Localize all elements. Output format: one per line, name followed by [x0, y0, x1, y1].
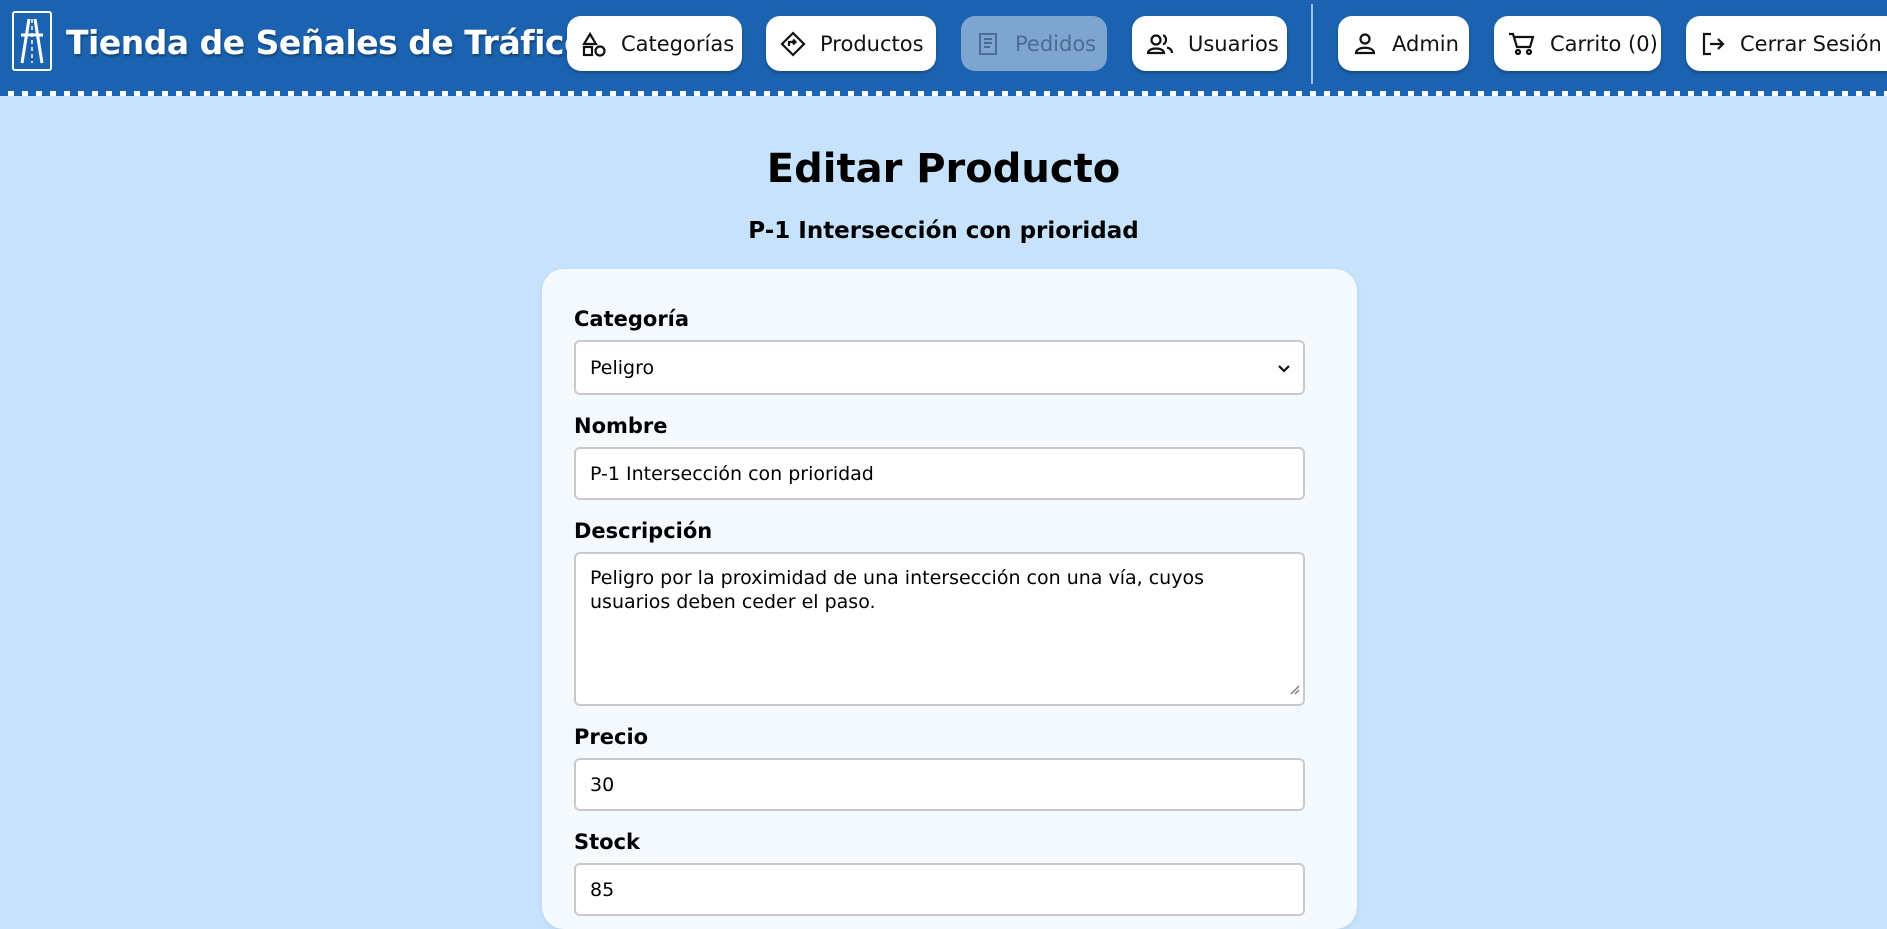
descripcion-textarea-value: Peligro por la proximidad de una interse…: [590, 567, 1204, 613]
precio-label: Precio: [574, 725, 649, 749]
descripcion-label: Descripción: [574, 519, 713, 543]
resize-handle-icon[interactable]: [1288, 677, 1300, 701]
nav-productos-button[interactable]: Productos: [766, 16, 936, 71]
descripcion-textarea[interactable]: Peligro por la proximidad de una interse…: [574, 552, 1305, 706]
nombre-input[interactable]: P-1 Intersección con prioridad: [574, 447, 1305, 500]
navbar-dashed-border: [0, 89, 1887, 96]
navbar-divider: [1311, 4, 1313, 84]
product-subtitle: P-1 Intersección con prioridad: [748, 218, 1139, 244]
categoria-selected-value: Peligro: [590, 356, 655, 379]
nav-admin-label: Admin: [1392, 31, 1459, 56]
site-title[interactable]: Tienda de Señales de Tráfico: [66, 20, 587, 66]
nav-pedidos-button[interactable]: Pedidos: [961, 16, 1107, 71]
nombre-label: Nombre: [574, 414, 668, 438]
chevron-down-icon: [1277, 357, 1291, 379]
nav-logout-button[interactable]: Cerrar Sesión: [1686, 16, 1887, 71]
nav-usuarios-label: Usuarios: [1188, 31, 1279, 56]
nav-categorias-button[interactable]: Categorías: [567, 16, 742, 71]
nav-productos-label: Productos: [820, 31, 924, 56]
page-title: Editar Producto: [766, 146, 1121, 192]
nav-cart-label: Carrito (0): [1550, 31, 1658, 56]
nav-categorias-label: Categorías: [621, 31, 735, 56]
categoria-select[interactable]: Peligro: [574, 340, 1305, 395]
users-icon: [1146, 30, 1174, 58]
diamond-sign-icon: [780, 30, 806, 58]
nav-cart-button[interactable]: Carrito (0): [1494, 16, 1661, 71]
stock-input[interactable]: 85: [574, 863, 1305, 916]
user-icon: [1352, 30, 1378, 58]
nombre-input-value: P-1 Intersección con prioridad: [590, 462, 874, 485]
stock-label: Stock: [574, 830, 641, 854]
motorway-road-icon[interactable]: [12, 11, 52, 71]
logout-icon: [1700, 30, 1726, 58]
precio-input[interactable]: 30: [574, 758, 1305, 811]
shapes-icon: [581, 30, 607, 58]
nav-logout-label: Cerrar Sesión: [1740, 31, 1882, 56]
categoria-label: Categoría: [574, 307, 690, 331]
stock-input-value: 85: [590, 878, 615, 901]
precio-input-value: 30: [590, 773, 615, 796]
nav-usuarios-button[interactable]: Usuarios: [1132, 16, 1287, 71]
nav-pedidos-label: Pedidos: [1015, 31, 1097, 56]
nav-admin-button[interactable]: Admin: [1338, 16, 1469, 71]
cart-icon: [1508, 30, 1536, 58]
top-navbar: Tienda de Señales de Tráfico Categorías …: [0, 0, 1887, 89]
receipt-icon: [975, 30, 1001, 58]
